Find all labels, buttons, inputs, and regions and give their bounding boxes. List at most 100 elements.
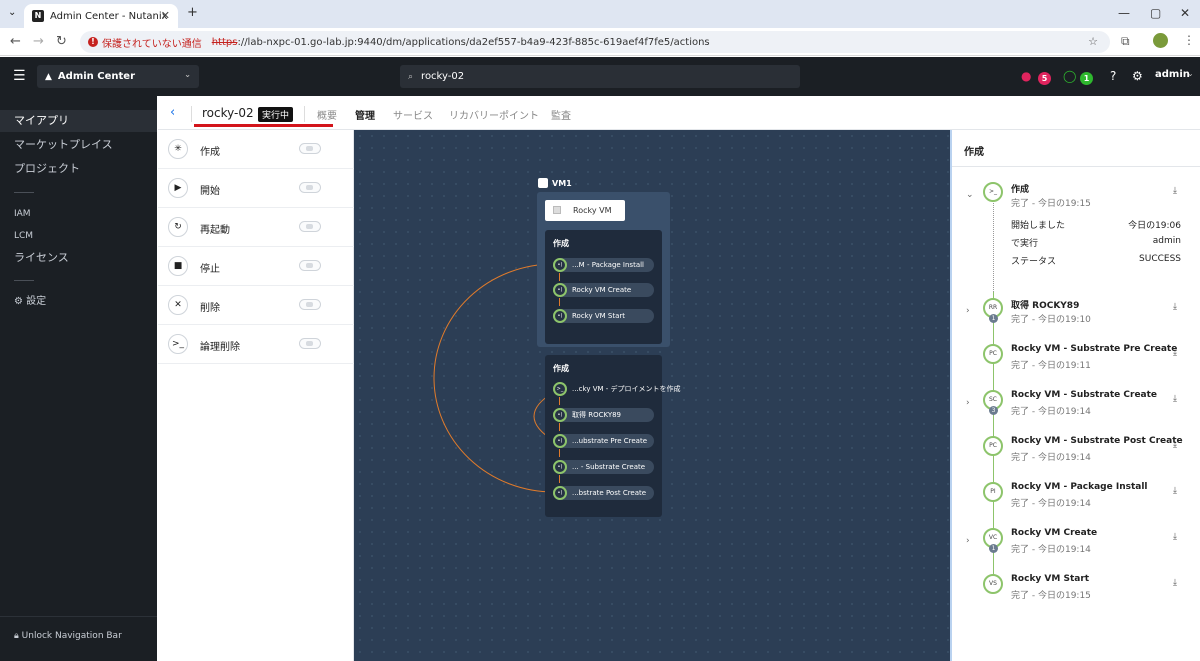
task-node[interactable]: •) Rocky VM Start	[553, 309, 654, 323]
action-row-soft-delete[interactable]: >_ 論理削除	[158, 325, 354, 364]
tab-services[interactable]: サービス	[393, 107, 433, 122]
address-bar: ← → ↻ ! 保護されていない通信 https ://lab-nxpc-01.…	[0, 28, 1200, 56]
task-node[interactable]: •) ...bstrate Post Create	[553, 486, 654, 500]
browser-tab[interactable]: N Admin Center - Nutanix ✕	[24, 4, 178, 28]
minimize-icon[interactable]: —	[1118, 6, 1130, 20]
task-node[interactable]: •) ... - Substrate Create	[553, 460, 654, 474]
reload-icon[interactable]: ↻	[56, 34, 67, 49]
gear-icon[interactable]: ⚙	[1132, 69, 1143, 83]
browser-tab-bar: ⌄ N Admin Center - Nutanix ✕ + — ▢ ✕	[0, 0, 1200, 28]
task-icon: •)	[553, 460, 567, 474]
chevron-right-icon[interactable]: ›	[966, 536, 970, 546]
nav-item-my-apps[interactable]: マイアプリ	[0, 110, 157, 132]
step-vm-create[interactable]: › VC 1 Rocky VM Create 完了 - 今日の19:14 ⤓	[952, 526, 1200, 572]
hamburger-menu-icon[interactable]: ☰	[13, 68, 26, 84]
user-chevron-icon[interactable]: ⌄	[1187, 69, 1194, 78]
forward-icon[interactable]: →	[33, 34, 44, 49]
user-menu[interactable]: admin	[1155, 69, 1190, 80]
action-toggle[interactable]	[299, 260, 321, 271]
action-toggle[interactable]	[299, 143, 321, 154]
tab-manage[interactable]: 管理	[355, 107, 375, 122]
nav-item-licensing[interactable]: ライセンス	[0, 247, 157, 269]
tab-search-icon[interactable]: ⌄	[8, 7, 16, 18]
vm-label: VM1	[538, 178, 572, 188]
unlock-nav-button[interactable]: 🔒︎ Unlock Navigation Bar	[0, 616, 157, 641]
app-name: rocky-02	[202, 106, 254, 120]
download-icon[interactable]: ⤓	[1173, 348, 1177, 358]
action-toggle[interactable]	[299, 182, 321, 193]
task-label: ...ubstrate Pre Create	[572, 437, 648, 445]
step-substrate-post-create[interactable]: PC Rocky VM - Substrate Post Create 完了 -…	[952, 434, 1200, 480]
tab-overview[interactable]: 概要	[317, 107, 337, 122]
bookmark-star-icon[interactable]: ☆	[1088, 35, 1098, 48]
extensions-icon[interactable]: ⧉	[1121, 34, 1130, 49]
step-title: 作成	[1011, 185, 1030, 195]
nav-item-settings[interactable]: ⚙ 設定	[0, 291, 157, 313]
nav-item-marketplace[interactable]: マーケットプレイス	[0, 134, 157, 156]
close-window-icon[interactable]: ✕	[1180, 6, 1190, 20]
action-row-start[interactable]: ▶ 開始	[158, 169, 354, 208]
nav-item-iam[interactable]: IAM	[0, 203, 157, 225]
chevron-right-icon[interactable]: ›	[966, 306, 970, 316]
help-icon[interactable]: ?	[1110, 69, 1116, 83]
search-input[interactable]: ⌕ rocky-02	[400, 65, 800, 88]
tab-audit[interactable]: 監査	[551, 107, 571, 122]
chevron-right-icon[interactable]: ›	[966, 398, 970, 408]
task-node[interactable]: •) Rocky VM Create	[553, 283, 654, 297]
back-icon[interactable]: ←	[10, 34, 21, 49]
action-row-restart[interactable]: ↻ 再起動	[158, 208, 354, 247]
browser-menu-icon[interactable]: ⋮	[1183, 33, 1195, 47]
download-icon[interactable]: ⤓	[1173, 186, 1177, 196]
download-icon[interactable]: ⤓	[1173, 486, 1177, 496]
step-status: 完了 - 今日の19:14	[1011, 545, 1091, 555]
maximize-icon[interactable]: ▢	[1150, 6, 1161, 20]
task-node[interactable]: >_ ...cky VM - デプロイメントを作成	[553, 382, 681, 396]
download-icon[interactable]: ⤓	[1173, 394, 1177, 404]
step-title: Rocky VM - Substrate Post Create	[1011, 436, 1183, 446]
action-toggle[interactable]	[299, 338, 321, 349]
download-icon[interactable]: ⤓	[1173, 578, 1177, 588]
tab-recovery-points[interactable]: リカバリーポイント	[449, 107, 539, 122]
workflow-canvas[interactable]: VM1 Rocky VM 作成 •) ...M - Package Install…	[354, 130, 950, 661]
url-field[interactable]: ! 保護されていない通信 https ://lab-nxpc-01.go-lab…	[80, 31, 1110, 53]
bell-icon[interactable]: ●	[1021, 69, 1031, 83]
step-substrate-create[interactable]: › SC 3 Rocky VM - Substrate Create 完了 - …	[952, 388, 1200, 434]
action-row-create[interactable]: ✳ 作成	[158, 130, 354, 169]
close-tab-icon[interactable]: ✕	[161, 9, 170, 22]
nav-item-projects[interactable]: プロジェクト	[0, 158, 157, 180]
vm-node[interactable]: Rocky VM	[545, 200, 625, 221]
actions-list: ✳ 作成 ▶ 開始 ↻ 再起動 ■ 停止 ✕ 削除 >_ 論理削除	[158, 130, 354, 661]
download-icon[interactable]: ⤓	[1173, 532, 1177, 542]
alerts-badge[interactable]: 5	[1038, 70, 1051, 85]
step-vm-start[interactable]: VS Rocky VM Start 完了 - 今日の19:15 ⤓	[952, 572, 1200, 618]
chevron-down-icon[interactable]: ⌄	[966, 190, 974, 200]
profile-avatar[interactable]	[1153, 33, 1168, 48]
action-row-stop[interactable]: ■ 停止	[158, 247, 354, 286]
step-substrate-pre-create[interactable]: PC Rocky VM - Substrate Pre Create 完了 - …	[952, 342, 1200, 388]
step-package-install[interactable]: PI Rocky VM - Package Install 完了 - 今日の19…	[952, 480, 1200, 526]
tasks-icon[interactable]: ◯	[1063, 69, 1076, 83]
action-label: 削除	[200, 303, 220, 314]
task-label: ...cky VM - デプロイメントを作成	[572, 385, 681, 393]
task-node[interactable]: •) 取得 ROCKY89	[553, 408, 654, 422]
app-selector[interactable]: ▲ Admin Center ⌄	[37, 65, 199, 88]
app-header: ☰ ▲ Admin Center ⌄ ⌕ rocky-02 ● 5 ◯ 1 ? …	[0, 57, 1200, 96]
detail-label: ステータス	[1011, 257, 1057, 267]
security-indicator[interactable]: ! 保護されていない通信	[88, 35, 202, 50]
download-icon[interactable]: ⤓	[1173, 302, 1177, 312]
task-icon: •)	[553, 434, 567, 448]
action-toggle[interactable]	[299, 221, 321, 232]
task-node[interactable]: •) ...M - Package Install	[553, 258, 654, 272]
nav-item-settings-label: 設定	[26, 296, 47, 307]
tasks-badge[interactable]: 1	[1080, 70, 1093, 85]
task-label: ...bstrate Post Create	[572, 489, 647, 497]
new-tab-icon[interactable]: +	[187, 5, 198, 20]
step-fetch-rocky89[interactable]: › RR 1 取得 ROCKY89 完了 - 今日の19:10 ⤓	[952, 296, 1200, 342]
action-toggle[interactable]	[299, 299, 321, 310]
task-icon: •)	[553, 309, 567, 323]
download-icon[interactable]: ⤓	[1173, 440, 1177, 450]
back-chevron-icon[interactable]: ‹	[170, 105, 175, 120]
task-node[interactable]: •) ...ubstrate Pre Create	[553, 434, 654, 448]
action-row-delete[interactable]: ✕ 削除	[158, 286, 354, 325]
nav-item-lcm[interactable]: LCM	[0, 225, 157, 247]
